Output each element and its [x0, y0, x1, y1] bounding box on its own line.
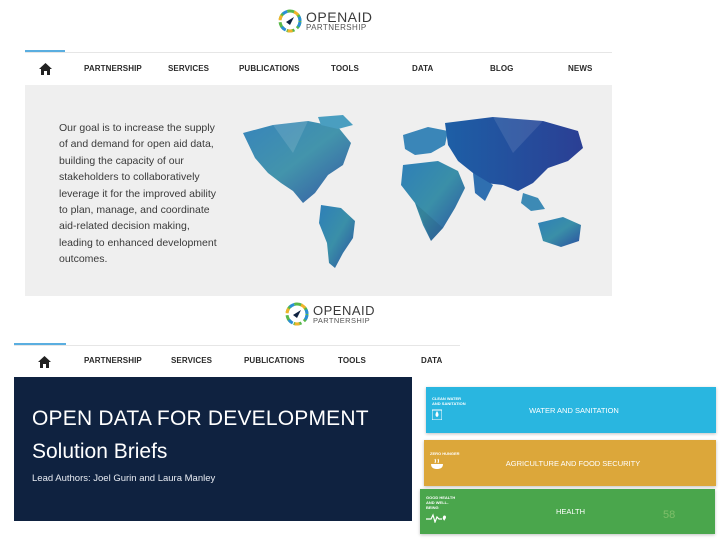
report-authors: Lead Authors: Joel Gurin and Laura Manle…: [32, 473, 216, 484]
hero-line: Our goal is to increase the supply: [59, 122, 215, 134]
nav-item-blog[interactable]: BLOG: [490, 64, 514, 73]
report-title: OPEN DATA FOR DEVELOPMENT: [32, 407, 369, 430]
hero-line: aid-related decision making,: [59, 220, 190, 233]
nav-item-publications[interactable]: PUBLICATIONS: [244, 356, 305, 365]
openaid-logo[interactable]: OPENAID PARTNERSHIP: [278, 9, 373, 33]
hero-line: to plan, manage, and coordinate: [59, 204, 210, 217]
heartbeat-icon: [426, 513, 446, 524]
openaid-logo-secondary[interactable]: OPENAID PARTNERSHIP: [285, 302, 375, 326]
sdg-tile-title: WATER AND SANITATION: [529, 405, 619, 415]
logo-name-top: OPENAID: [306, 9, 373, 25]
logo-name-top: OPENAID: [313, 302, 376, 318]
sdg-tile-badge: GOOD HEALTH AND WELL-BEING: [420, 495, 466, 528]
sdg-tile-badge: ZERO HUNGER: [424, 451, 470, 475]
nav-item-tools[interactable]: TOOLS: [331, 64, 359, 73]
openaid-logo-icon: [278, 9, 302, 33]
water-drop-icon: [431, 409, 443, 420]
nav-item-tools[interactable]: TOOLS: [338, 356, 366, 365]
nav-item-publications[interactable]: PUBLICATIONS: [239, 64, 300, 73]
hero-line: building the capacity of our: [59, 154, 184, 167]
nav-item-services[interactable]: SERVICES: [168, 64, 209, 73]
sdg-tile-water[interactable]: CLEAN WATER AND SANITATION WATER AND SAN…: [426, 387, 716, 433]
hero-line: outcomes.: [59, 253, 108, 266]
world-map-illustration: [243, 115, 583, 268]
sdg-tile-badge: CLEAN WATER AND SANITATION: [426, 396, 472, 425]
second-nav: PARTNERSHIP SERVICES PUBLICATIONS TOOLS …: [14, 345, 460, 377]
hero-line: stakeholders to collaboratively: [59, 171, 200, 184]
home-icon: [38, 63, 52, 75]
sdg-tile-small-label: CLEAN WATER AND SANITATION: [432, 395, 466, 406]
nav-item-services[interactable]: SERVICES: [171, 356, 212, 365]
home-button[interactable]: [14, 346, 74, 377]
nav-item-partnership[interactable]: PARTNERSHIP: [84, 64, 142, 73]
top-nav: PARTNERSHIP SERVICES PUBLICATIONS TOOLS …: [25, 52, 612, 85]
sdg-tile-title: HEALTH: [555, 507, 586, 516]
hero-line: of and demand for open aid data,: [59, 138, 214, 151]
nav-item-data[interactable]: DATA: [412, 64, 433, 73]
food-bowl-icon: [431, 458, 443, 469]
sdg-tile-agriculture[interactable]: ZERO HUNGER AGRICULTURE AND FOOD SECURIT…: [424, 440, 716, 486]
nav-item-partnership[interactable]: PARTNERSHIP: [84, 356, 142, 365]
report-cover: OPEN DATA FOR DEVELOPMENT Solution Brief…: [14, 377, 412, 521]
nav-item-news[interactable]: NEWS: [568, 64, 592, 73]
sdg-tile-small-label: ZERO HUNGER: [430, 451, 460, 456]
sdg-tile-title: AGRICULTURE AND FOOD SECURITY: [505, 458, 641, 468]
report-subtitle: Solution Briefs: [32, 440, 168, 463]
hero-line: leverage it for the improved ability: [59, 187, 216, 200]
home-button[interactable]: [25, 53, 65, 85]
hero-line: leading to enhanced development: [59, 236, 217, 249]
nav-item-data[interactable]: DATA: [421, 356, 442, 365]
page-number: 58: [663, 509, 676, 521]
openaid-logo-icon: [285, 302, 309, 326]
hero-section: Our goal is to increase the supply of an…: [25, 85, 612, 296]
logo-name-bottom: PARTNERSHIP: [306, 23, 367, 32]
logo-name-bottom: PARTNERSHIP: [313, 315, 371, 325]
sdg-tile-small-label: GOOD HEALTH AND WELL-BEING: [426, 495, 456, 510]
hero-mission-text: Our goal is to increase the supply of an…: [59, 120, 229, 268]
home-icon: [37, 355, 51, 368]
